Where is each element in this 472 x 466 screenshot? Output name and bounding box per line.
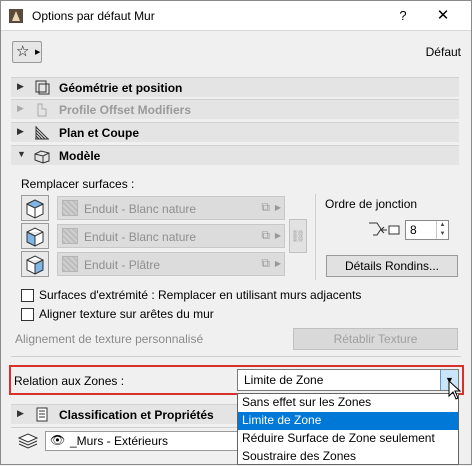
junction-order-value: 8 xyxy=(410,223,417,237)
cube-face-icon xyxy=(25,199,45,219)
custom-texture-alignment-label: Alignement de texture personnalisé xyxy=(15,332,204,346)
spinner[interactable]: ▲ ▼ xyxy=(436,221,448,239)
dropdown-option[interactable]: Réduire Surface de Zone seulement xyxy=(238,430,458,448)
picker-icon: ⧉ xyxy=(261,200,270,214)
model-3d-icon xyxy=(34,150,50,164)
close-button[interactable]: ✕ xyxy=(433,6,453,26)
checkbox-label: Surfaces d'extrémité : Remplacer en util… xyxy=(39,288,362,302)
override-surfaces-label: Remplacer surfaces : xyxy=(21,177,135,191)
junction-order-input[interactable]: 8 ▲ ▼ xyxy=(405,220,449,240)
panel-classification[interactable]: ▶ Classification et Propriétés xyxy=(11,404,237,424)
panel-label: Classification et Propriétés xyxy=(59,408,214,422)
layer-value: _Murs - Extérieurs xyxy=(70,434,169,448)
chevron-right-icon: ▶ xyxy=(274,203,281,212)
help-button[interactable]: ? xyxy=(393,6,413,26)
surface-toggle-3[interactable] xyxy=(21,251,49,277)
checkbox[interactable] xyxy=(21,308,34,321)
chain-link-icon: ⛓ xyxy=(290,229,306,243)
geometry-icon xyxy=(35,80,50,95)
expand-triangle-icon: ▶ xyxy=(17,408,24,418)
checkbox-label: Aligner texture sur arêtes du mur xyxy=(39,307,214,321)
picker-icon: ⧉ xyxy=(261,256,270,270)
log-details-button[interactable]: Détails Rondins... xyxy=(326,255,458,277)
panel-label: Profile Offset Modifiers xyxy=(59,103,192,117)
zone-relation-label: Relation aux Zones : xyxy=(14,374,125,388)
dropdown-option[interactable]: Sans effet sur les Zones xyxy=(238,394,458,412)
surface-field-2[interactable]: Enduit - Blanc nature ⧉ ▶ xyxy=(57,224,285,248)
reset-texture-button[interactable]: Rétablir Texture xyxy=(293,328,458,350)
plan-section-icon xyxy=(35,126,49,140)
panel-label: Modèle xyxy=(59,149,101,163)
dropdown-option-selected[interactable]: Limite de Zone xyxy=(238,412,458,430)
link-chain-button[interactable]: ⛓ xyxy=(289,219,307,253)
mouse-cursor-icon xyxy=(448,380,462,400)
layers-icon xyxy=(17,433,39,449)
expand-triangle-icon: ▶ xyxy=(17,81,24,91)
panel-modele[interactable]: ▼ Modèle xyxy=(11,145,459,165)
classification-icon xyxy=(36,407,48,422)
zone-relation-dropdown-list: Sans effet sur les Zones Limite de Zone … xyxy=(237,393,459,465)
texture-swatch xyxy=(62,228,78,244)
chevron-right-icon: ▶ xyxy=(35,49,41,56)
select-value: Limite de Zone xyxy=(244,373,324,387)
junction-order-label: Ordre de jonction xyxy=(325,197,418,211)
checkbox[interactable] xyxy=(21,289,34,302)
picker-icon: ⧉ xyxy=(261,228,270,242)
surface-field-1[interactable]: Enduit - Blanc nature ⧉ ▶ xyxy=(57,196,285,220)
star-icon: ☆ xyxy=(16,43,30,60)
panel-label: Géométrie et position xyxy=(59,81,183,95)
cube-side-icon xyxy=(26,227,44,247)
layer-select[interactable]: 👁 _Murs - Extérieurs xyxy=(45,431,241,451)
default-label: Défaut xyxy=(425,45,461,59)
separator xyxy=(11,427,241,428)
archicad-app-icon xyxy=(9,9,23,23)
texture-swatch xyxy=(62,256,78,272)
profile-modifier-icon xyxy=(37,103,47,117)
separator xyxy=(11,356,461,357)
chevron-right-icon: ▶ xyxy=(274,231,281,240)
expand-triangle-icon: ▶ xyxy=(17,103,24,113)
window-title: Options par défaut Mur xyxy=(32,9,155,23)
expand-triangle-icon: ▶ xyxy=(17,126,24,136)
title-bar: Options par défaut Mur ? ✕ xyxy=(1,1,471,31)
eye-icon: 👁 xyxy=(50,433,66,447)
chevron-right-icon: ▶ xyxy=(274,259,281,268)
favorites-button[interactable]: ☆ ▶ xyxy=(12,41,42,63)
surface-name: Enduit - Blanc nature xyxy=(84,230,197,244)
dropdown-option[interactable]: Soustraire des Zones xyxy=(238,448,458,466)
texture-swatch xyxy=(62,200,78,216)
surface-toggle-1[interactable] xyxy=(21,195,49,221)
surface-name: Enduit - Blanc nature xyxy=(84,202,197,216)
panel-plan-coupe[interactable]: ▶ Plan et Coupe xyxy=(11,122,459,142)
collapse-triangle-icon: ▼ xyxy=(17,149,26,159)
surface-name: Enduit - Plâtre xyxy=(84,258,161,272)
dialog-window: Options par défaut Mur ? ✕ ☆ ▶ Défaut ▶ … xyxy=(0,0,472,465)
surface-toggle-2[interactable] xyxy=(21,223,49,249)
panel-profile-offset-modifiers[interactable]: ▶ Profile Offset Modifiers xyxy=(11,99,459,119)
vertical-divider xyxy=(315,194,316,280)
zone-relation-select[interactable]: Limite de Zone ▼ xyxy=(237,369,459,391)
cube-end-icon xyxy=(26,255,44,275)
surface-field-3[interactable]: Enduit - Plâtre ⧉ ▶ xyxy=(57,252,285,276)
panel-label: Plan et Coupe xyxy=(59,126,140,140)
junction-order-icon xyxy=(369,222,400,236)
panel-geometry-position[interactable]: ▶ Géométrie et position xyxy=(11,77,459,97)
